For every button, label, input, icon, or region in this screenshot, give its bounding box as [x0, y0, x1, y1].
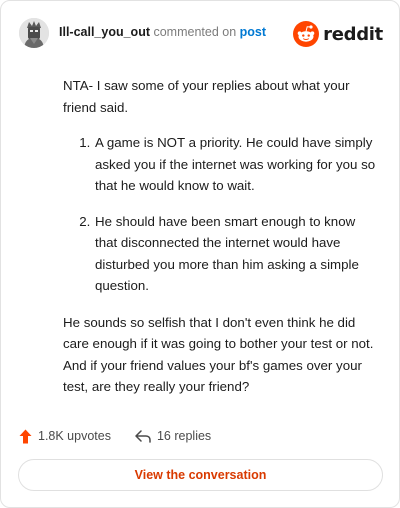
reply-arrow-icon [135, 429, 151, 443]
comment-closing: He sounds so selfish that I don't even t… [63, 314, 374, 395]
view-conversation-button[interactable]: View the conversation [18, 459, 383, 491]
upvotes-count: 1.8K upvotes [38, 429, 111, 443]
upvote-arrow-icon [19, 429, 32, 443]
action-text: commented on [153, 25, 237, 39]
upvotes-stat[interactable]: 1.8K upvotes [19, 429, 111, 444]
replies-stat[interactable]: 16 replies [135, 429, 211, 443]
avatar-image [19, 18, 49, 48]
reddit-brand[interactable]: reddit [293, 20, 383, 48]
comment-point: He should have been smart enough to know… [94, 211, 377, 297]
replies-count: 16 replies [156, 429, 212, 443]
comment-meta: Ill-call_you_out commented on post [59, 25, 266, 39]
comment-point: A game is NOT a priority. He could have … [94, 132, 377, 197]
post-link[interactable]: post [240, 25, 266, 39]
username[interactable]: Ill-call_you_out [59, 25, 150, 39]
comment-card: Ill-call_you_out commented on post reddi… [0, 0, 400, 508]
comment-stats: 1.8K upvotes 16 replies [19, 426, 235, 446]
reddit-logo-icon [293, 21, 320, 47]
comment-header: Ill-call_you_out commented on post reddi… [19, 18, 383, 50]
reddit-wordmark: reddit [323, 23, 383, 45]
comment-intro: NTA- I saw some of your replies about wh… [63, 78, 350, 115]
user-avatar[interactable] [19, 18, 49, 48]
comment-points-list: A game is NOT a priority. He could have … [63, 132, 377, 297]
comment-body: NTA- I saw some of your replies about wh… [63, 75, 377, 412]
